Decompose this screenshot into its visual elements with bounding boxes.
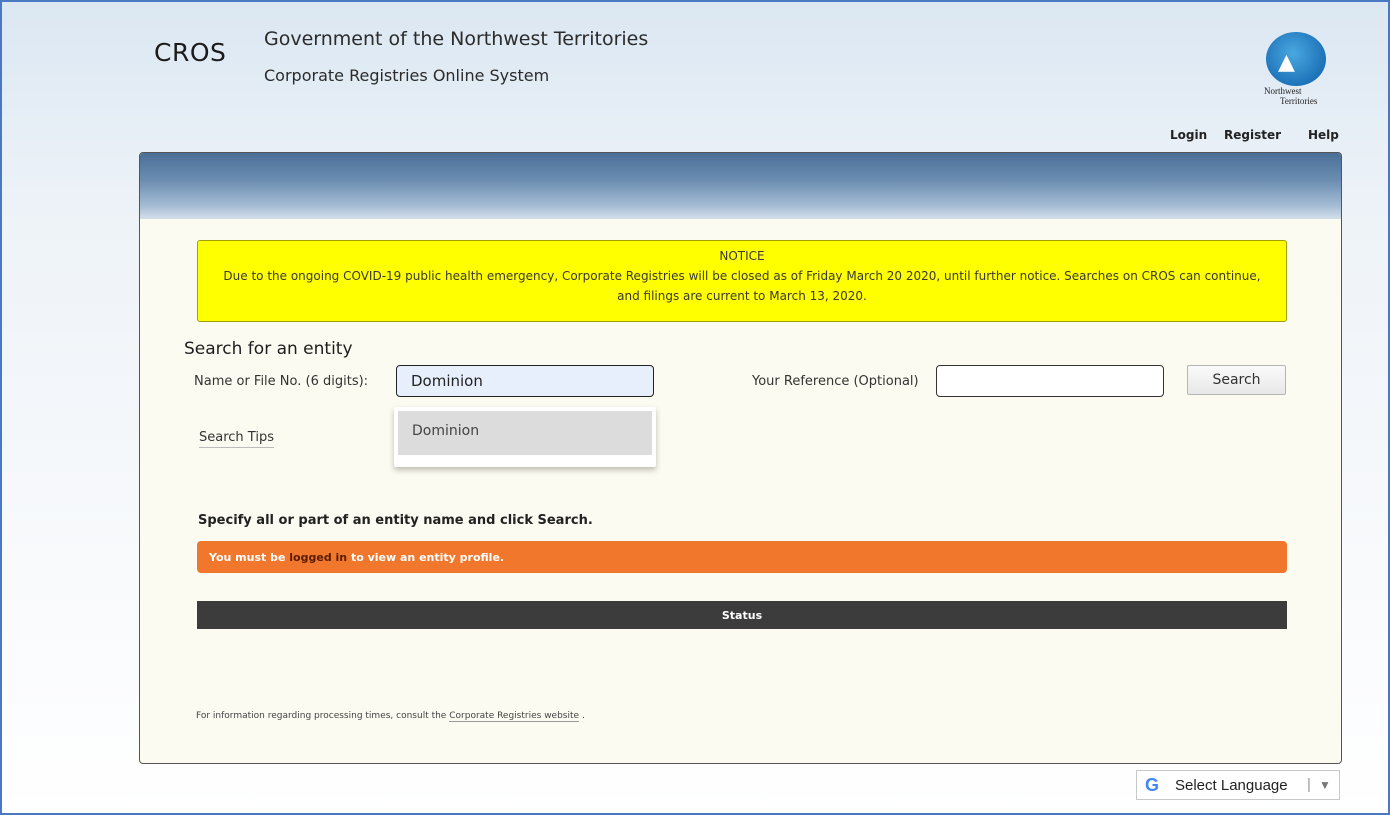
browser-frame: CROS Government of the Northwest Territo… [0,0,1390,815]
dropdown-arrow-icon: ▼ [1319,778,1331,792]
name-field-label: Name or File No. (6 digits): [194,374,369,389]
nav-login-link[interactable]: Login [1170,128,1207,142]
search-tips-link[interactable]: Search Tips [199,430,274,448]
notice-title: NOTICE [719,249,765,263]
brand-logo-text: CROS [154,38,227,67]
alert-suffix: to view an entity profile. [350,551,505,564]
alert-prefix: You must be [209,551,286,564]
logo-text-line1: Northwest [1264,86,1302,96]
login-required-alert: You must be logged in to view an entity … [197,541,1287,573]
footer-note: For information regarding processing tim… [196,711,585,722]
reference-field-label: Your Reference (Optional) [752,374,919,389]
language-selector[interactable]: G Select Language | ▼ [1136,770,1340,800]
logo-text-line2: Territories [1280,96,1318,106]
government-title: Government of the Northwest Territories [264,28,649,50]
notice-banner: NOTICE Due to the ongoing COVID-19 publi… [197,240,1287,322]
notice-body: Due to the ongoing COVID-19 public healt… [223,269,1261,303]
main-header-band [140,153,1341,219]
results-table-header: Status [197,601,1287,629]
nav-register-link[interactable]: Register [1224,128,1281,142]
language-label: Select Language [1175,777,1288,794]
reference-input[interactable] [936,365,1164,397]
name-search-input[interactable] [396,365,654,397]
logo-circle-icon [1266,32,1326,86]
language-separator: | [1307,776,1311,793]
corporate-registries-link[interactable]: Corporate Registries website [449,711,580,722]
search-button[interactable]: Search [1187,365,1286,395]
polar-bear-icon: ▲ [1278,50,1295,75]
nwt-logo: ▲ Northwest Territories [1254,32,1338,112]
footer-end: . [581,711,585,721]
status-column-header: Status [721,609,763,622]
system-title: Corporate Registries Online System [264,66,550,85]
google-g-icon: G [1145,775,1160,795]
main-panel: NOTICE Due to the ongoing COVID-19 publi… [139,152,1342,764]
autocomplete-dropdown: Dominion [394,407,656,467]
autocomplete-suggestion[interactable]: Dominion [398,411,652,455]
search-instruction: Specify all or part of an entity name an… [198,513,593,528]
alert-login-link[interactable]: logged in [289,551,347,564]
nav-help-link[interactable]: Help [1308,128,1339,142]
search-section-title: Search for an entity [184,339,353,359]
footer-text: For information regarding processing tim… [196,711,447,721]
